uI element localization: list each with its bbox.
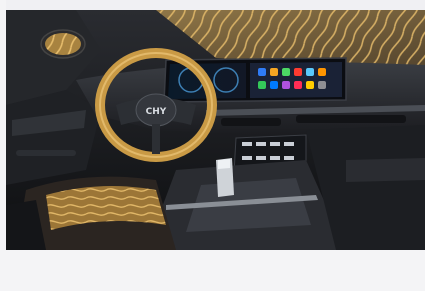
- image-card: CHY: [0, 0, 425, 291]
- interior-illustration: CHY: [6, 10, 425, 250]
- car-interior-photo: CHY: [6, 10, 425, 250]
- steering-logo: CHY: [146, 107, 167, 117]
- gear-selector: [216, 158, 234, 197]
- top-strip: [6, 0, 425, 10]
- caption-area: [6, 250, 425, 291]
